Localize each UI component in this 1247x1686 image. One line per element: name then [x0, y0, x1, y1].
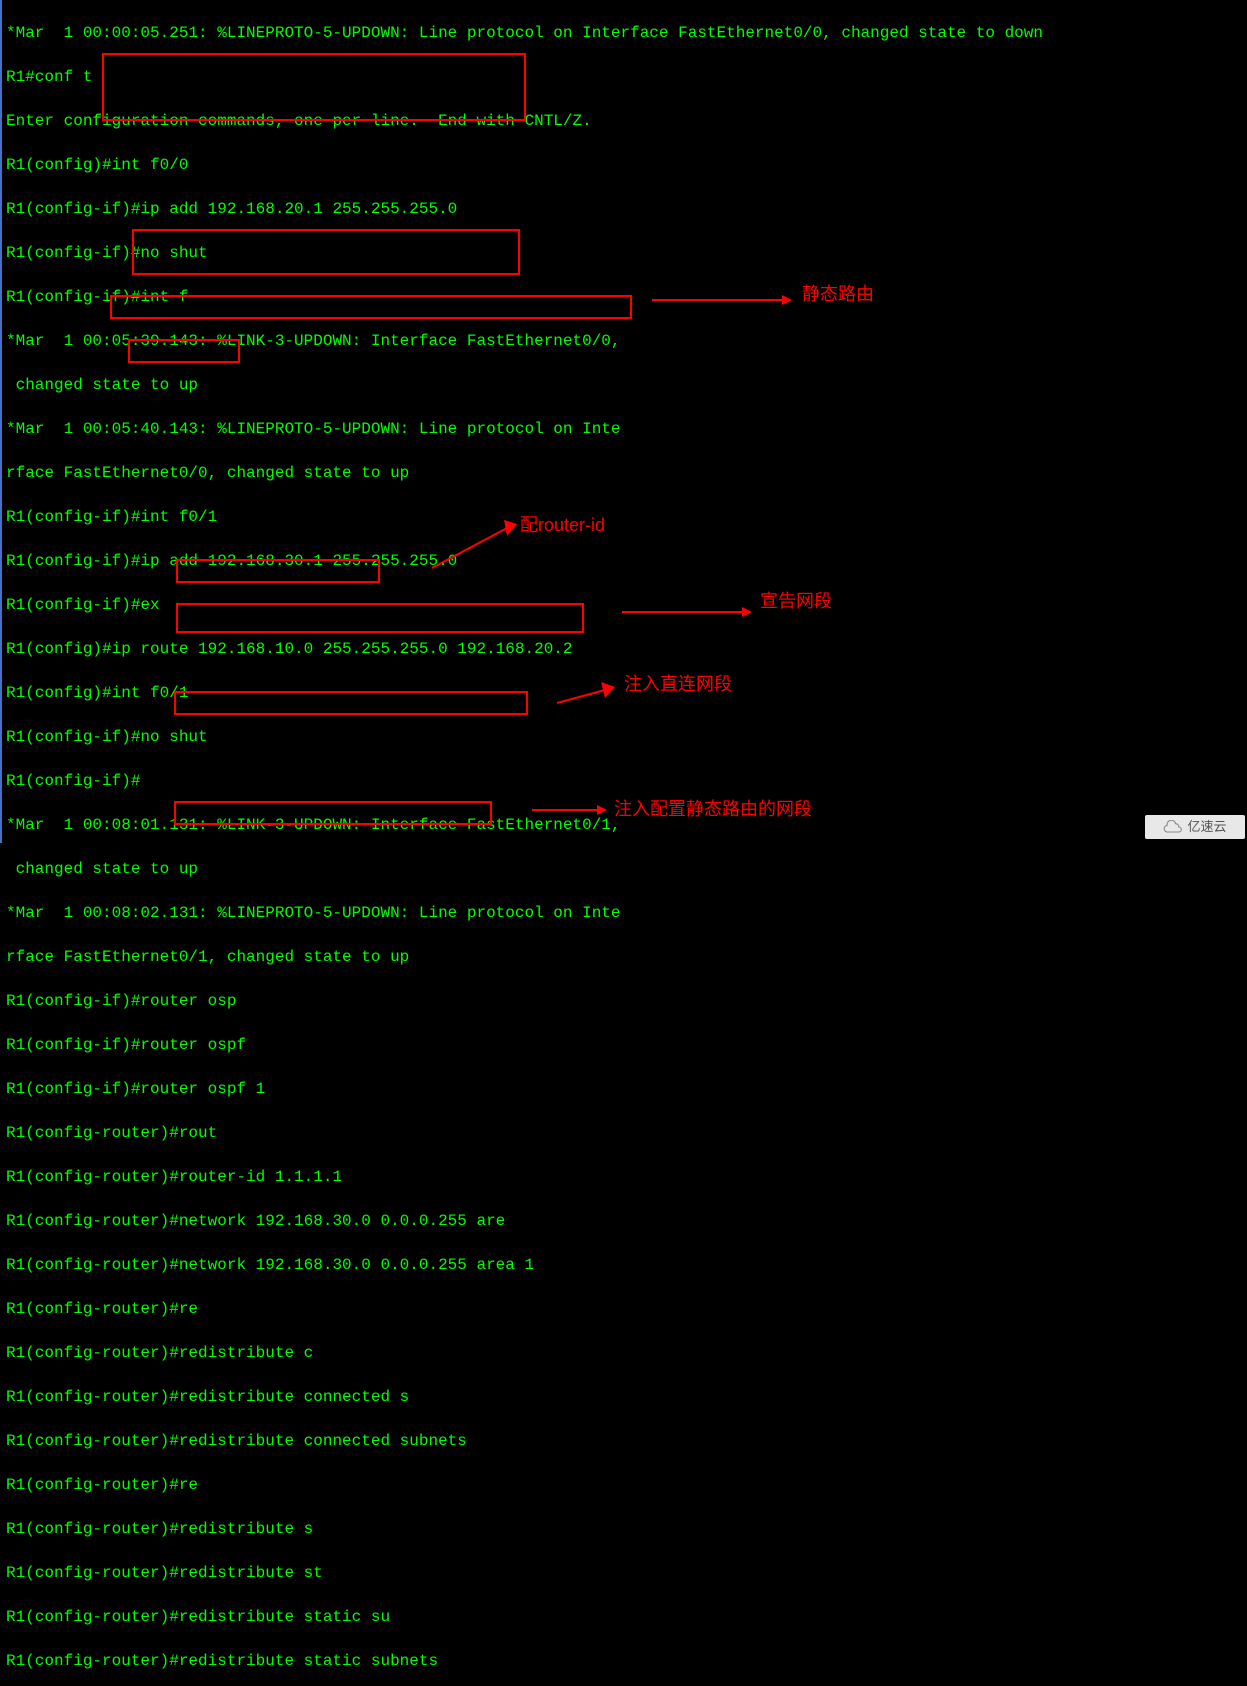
terminal-line: changed state to up — [6, 858, 1245, 880]
terminal-line: R1(config-router)#redistribute c — [6, 1342, 1245, 1364]
annotation-inject-static: 注入配置静态路由的网段 — [614, 798, 812, 820]
terminal-line: R1(config-router)#re — [6, 1474, 1245, 1496]
annotation-advertise-network: 宣告网段 — [760, 590, 832, 612]
terminal-line: R1(config-if)#no shut — [6, 726, 1245, 748]
terminal-line: *Mar 1 00:05:40.143: %LINEPROTO-5-UPDOWN… — [6, 418, 1245, 440]
annotation-router-id: 配router-id — [520, 514, 605, 536]
terminal-line: R1(config-if)#router ospf 1 — [6, 1078, 1245, 1100]
terminal-output[interactable]: *Mar 1 00:00:05.251: %LINEPROTO-5-UPDOWN… — [2, 0, 1247, 1686]
annotation-static-route: 静态路由 — [802, 283, 874, 305]
terminal-line: changed state to up — [6, 374, 1245, 396]
terminal-line: R1(config-router)#redistribute st — [6, 1562, 1245, 1584]
terminal-line: rface FastEthernet0/1, changed state to … — [6, 946, 1245, 968]
terminal-line: *Mar 1 00:05:39.143: %LINK-3-UPDOWN: Int… — [6, 330, 1245, 352]
terminal-line: R1(config-router)#network 192.168.30.0 0… — [6, 1254, 1245, 1276]
terminal-line: R1#conf t — [6, 66, 1245, 88]
terminal-line: R1(config-if)#int f0/1 — [6, 506, 1245, 528]
annotation-inject-connected: 注入直连网段 — [624, 673, 732, 695]
terminal-line: R1(config)#ip route 192.168.10.0 255.255… — [6, 638, 1245, 660]
terminal-line: R1(config-if)#router osp — [6, 990, 1245, 1012]
terminal-line: R1(config-if)# — [6, 770, 1245, 792]
terminal-line: *Mar 1 00:08:02.131: %LINEPROTO-5-UPDOWN… — [6, 902, 1245, 924]
terminal-line: Enter configuration commands, one per li… — [6, 110, 1245, 132]
terminal-line: R1(config-router)#network 192.168.30.0 0… — [6, 1210, 1245, 1232]
watermark: 亿速云 — [1145, 815, 1245, 839]
terminal-line: R1(config-router)#redistribute connected… — [6, 1430, 1245, 1452]
terminal-line: R1(config-if)#router ospf — [6, 1034, 1245, 1056]
terminal-line: R1(config)#int f0/0 — [6, 154, 1245, 176]
cloud-icon — [1163, 820, 1183, 834]
terminal-line: R1(config-router)#router-id 1.1.1.1 — [6, 1166, 1245, 1188]
terminal-line: R1(config-router)#re — [6, 1298, 1245, 1320]
terminal-line: *Mar 1 00:00:05.251: %LINEPROTO-5-UPDOWN… — [6, 22, 1245, 44]
terminal-line: R1(config-router)#rout — [6, 1122, 1245, 1144]
terminal-line: R1(config-if)#ex — [6, 594, 1245, 616]
terminal-line: R1(config-if)#no shut — [6, 242, 1245, 264]
terminal-line: R1(config-router)#redistribute static su — [6, 1606, 1245, 1628]
terminal-line: R1(config-if)#int f — [6, 286, 1245, 308]
terminal-line: R1(config-router)#redistribute connected… — [6, 1386, 1245, 1408]
terminal-line: R1(config-if)#ip add 192.168.30.1 255.25… — [6, 550, 1245, 572]
terminal-line: R1(config-if)#ip add 192.168.20.1 255.25… — [6, 198, 1245, 220]
terminal-line: R1(config-router)#redistribute s — [6, 1518, 1245, 1540]
watermark-text: 亿速云 — [1187, 816, 1226, 838]
terminal-line: R1(config-router)#redistribute static su… — [6, 1650, 1245, 1672]
terminal-line: rface FastEthernet0/0, changed state to … — [6, 462, 1245, 484]
